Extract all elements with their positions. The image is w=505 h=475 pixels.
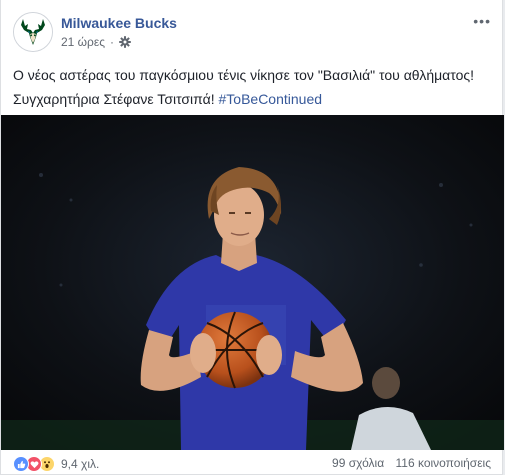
more-options-icon[interactable]: ••• <box>473 14 491 28</box>
post-text-congrats: Συγχαρητήρια Στέφανε Τσιτσιπά! <box>13 91 215 107</box>
shares-count-link[interactable]: 116 κοινοποιήσεις <box>396 456 492 470</box>
comments-count-link[interactable]: 99 σχόλια <box>332 456 384 470</box>
post-header: Milwaukee Bucks 21 ώρες · ••• <box>13 12 493 54</box>
gear-icon[interactable] <box>119 36 131 48</box>
tennis-player-photo <box>1 115 504 450</box>
post-card: Milwaukee Bucks 21 ώρες · ••• Ο νέος αστ… <box>0 0 504 475</box>
bucks-logo-icon <box>14 13 52 51</box>
hashtag-link[interactable]: #ToBeContinued <box>219 91 323 107</box>
post-footer: 9,4 χιλ. 99 σχόλια 116 κοινοποιήσεις <box>13 456 491 474</box>
post-text-line-2: Συγχαρητήρια Στέφανε Τσιτσιπά! #ToBeCont… <box>13 87 493 111</box>
post-photo[interactable] <box>1 115 504 450</box>
post-text-line-1: Ο νέος αστέρας του παγκόσμιου τένις νίκη… <box>13 67 475 83</box>
post-text: Ο νέος αστέρας του παγκόσμιου τένις νίκη… <box>13 63 493 111</box>
like-reaction-icon <box>13 456 29 472</box>
reactions-summary[interactable]: 9,4 χιλ. <box>13 456 99 472</box>
post-stats: 99 σχόλια 116 κοινοποιήσεις <box>332 456 491 470</box>
post-timestamp[interactable]: 21 ώρες <box>61 35 105 49</box>
page-avatar[interactable] <box>13 12 53 52</box>
page-name-link[interactable]: Milwaukee Bucks <box>61 15 177 31</box>
reaction-count[interactable]: 9,4 χιλ. <box>61 457 99 471</box>
post-meta: 21 ώρες · <box>61 35 131 49</box>
meta-separator: · <box>110 35 115 49</box>
